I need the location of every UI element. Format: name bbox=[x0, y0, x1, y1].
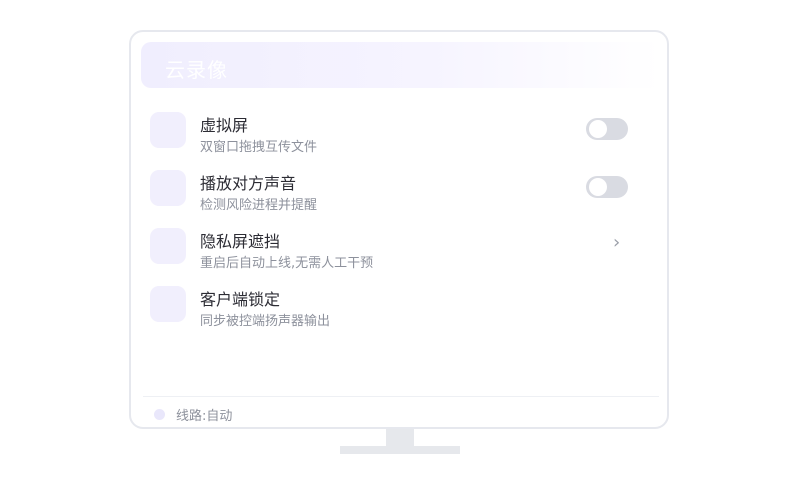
item-subtitle: 检测风险进程并提醒 bbox=[200, 198, 318, 213]
title-bar: 云录像 bbox=[141, 42, 661, 88]
page-title: 云录像 bbox=[165, 58, 228, 82]
virtual-screen-icon bbox=[150, 112, 186, 148]
page: 云录像 虚拟屏 双窗口拖拽互传文件 播放对方声音 检测风险进程并提醒 隐私屏遮挡… bbox=[0, 0, 800, 500]
play-remote-audio-toggle[interactable] bbox=[586, 176, 628, 198]
monitor-stand-base bbox=[340, 446, 460, 454]
item-subtitle: 重启后自动上线,无需人工干预 bbox=[200, 256, 374, 271]
privacy-screen-icon bbox=[150, 228, 186, 264]
monitor-stand-neck bbox=[386, 429, 414, 446]
list-item-privacy-screen[interactable]: 隐私屏遮挡 重启后自动上线,无需人工干预 › bbox=[131, 220, 667, 278]
footer-divider bbox=[143, 396, 659, 397]
item-title: 虚拟屏 bbox=[200, 116, 249, 135]
item-title: 播放对方声音 bbox=[200, 174, 297, 193]
list-item-play-remote-audio[interactable]: 播放对方声音 检测风险进程并提醒 bbox=[131, 162, 667, 220]
settings-list: 虚拟屏 双窗口拖拽互传文件 播放对方声音 检测风险进程并提醒 隐私屏遮挡 重启后… bbox=[131, 104, 667, 336]
toggle-knob bbox=[589, 178, 607, 196]
toggle-knob bbox=[589, 120, 607, 138]
item-subtitle: 同步被控端扬声器输出 bbox=[200, 314, 331, 329]
virtual-screen-toggle[interactable] bbox=[586, 118, 628, 140]
monitor-frame: 云录像 虚拟屏 双窗口拖拽互传文件 播放对方声音 检测风险进程并提醒 隐私屏遮挡… bbox=[129, 30, 669, 429]
list-item-virtual-screen[interactable]: 虚拟屏 双窗口拖拽互传文件 bbox=[131, 104, 667, 162]
item-title: 客户端锁定 bbox=[200, 290, 281, 309]
list-item-client-lock[interactable]: 客户端锁定 同步被控端扬声器输出 bbox=[131, 278, 667, 336]
route-status[interactable]: 线路:自动 bbox=[176, 405, 232, 424]
lock-icon bbox=[150, 286, 186, 322]
speaker-icon bbox=[150, 170, 186, 206]
item-subtitle: 双窗口拖拽互传文件 bbox=[200, 140, 318, 155]
item-title: 隐私屏遮挡 bbox=[200, 232, 281, 251]
chevron-right-icon[interactable]: › bbox=[613, 232, 620, 253]
status-dot-icon bbox=[154, 409, 165, 420]
